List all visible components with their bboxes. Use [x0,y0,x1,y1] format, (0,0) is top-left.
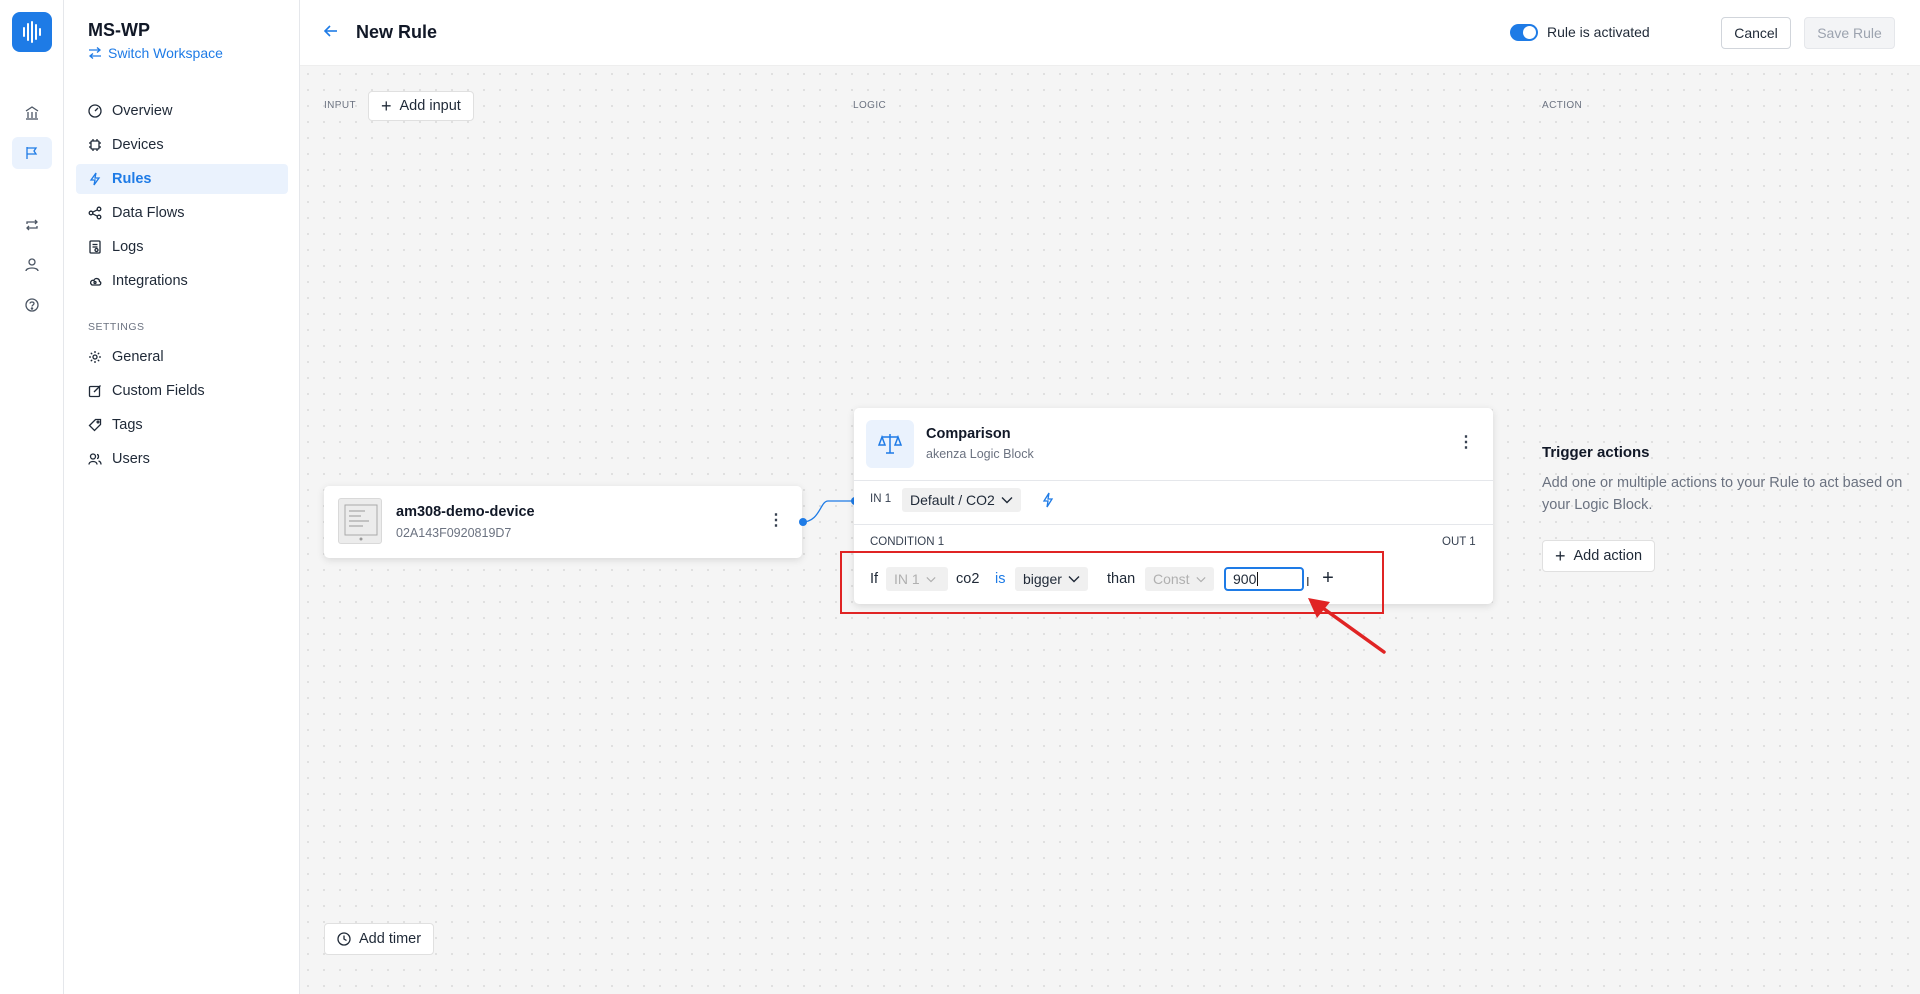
akenza-logo[interactable] [12,12,52,52]
action-column-label: ACTION [1542,100,1583,111]
tag-icon [88,418,102,432]
add-timer-button[interactable]: Add timer [324,923,435,955]
bolt-icon[interactable] [1042,492,1054,513]
device-card[interactable]: am308-demo-device 02A143F0920819D7 ⋮ [324,486,802,558]
log-icon [89,240,101,254]
switch-icon [88,47,102,59]
icon-rail [0,0,64,994]
sidebar-item-label: Data Flows [112,205,185,221]
rule-activated-toggle[interactable] [1510,24,1538,41]
toggle-label: Rule is activated [1547,24,1650,40]
sidebar-item-devices[interactable]: Devices [76,130,288,160]
divider [854,524,1493,525]
logic-column-label: LOGIC [853,100,887,111]
logic-more-options-icon[interactable]: ⋮ [1458,432,1474,452]
clock-icon [337,932,351,946]
plus-icon: + [381,96,392,116]
bolt-icon [89,172,101,186]
device-output-port[interactable] [799,518,807,526]
home-icon[interactable] [12,97,52,129]
cancel-button[interactable]: Cancel [1721,17,1791,49]
device-image [338,498,382,544]
add-action-button[interactable]: + Add action [1542,540,1656,572]
edit-icon [88,385,101,398]
settings-heading: SETTINGS [88,321,145,333]
sidebar-item-label: Overview [112,103,173,119]
sidebar-item-label: Users [112,451,150,467]
sidebar-item-data-flows[interactable]: Data Flows [76,198,288,228]
switch-workspace-label: Switch Workspace [108,45,223,61]
input-column-label: INPUT [324,100,356,111]
switch-workspace-link[interactable]: Switch Workspace [88,45,223,61]
flag-icon[interactable] [12,137,52,169]
sidebar-item-users[interactable]: Users [76,444,288,474]
sidebar-item-label: General [112,349,164,365]
sidebar-item-label: Rules [112,171,152,187]
scale-icon [866,420,914,468]
chip-icon [89,139,101,151]
annotation-arrow [1308,598,1386,654]
output-port-label: OUT 1 [1442,536,1476,548]
repeat-icon[interactable] [12,209,52,241]
sidebar-item-label: Custom Fields [112,383,205,399]
workspace-name: MS-WP [88,20,150,40]
page-title: New Rule [356,22,438,42]
save-rule-button[interactable]: Save Rule [1804,17,1895,49]
add-input-button[interactable]: + Add input [368,91,474,121]
sidebar-item-logs[interactable]: Logs [76,232,288,262]
sidebar-item-label: Logs [112,239,144,255]
divider [854,480,1493,481]
user-icon[interactable] [12,249,52,281]
trigger-actions-title: Trigger actions [1542,444,1650,461]
sidebar-item-tags[interactable]: Tags [76,410,288,440]
gear-icon [89,351,101,363]
plus-icon: + [1555,546,1566,566]
condition-label: CONDITION 1 [870,536,945,548]
sidebar-item-overview[interactable]: Overview [76,96,288,126]
gauge-icon [88,104,102,118]
help-icon[interactable] [12,289,52,321]
cloud-icon [90,277,102,286]
device-name: am308-demo-device [396,504,535,520]
trigger-actions-description: Add one or multiple actions to your Rule… [1542,475,1903,513]
input-source-select[interactable]: Default / CO2 [902,488,1021,512]
users-icon [88,453,102,465]
sidebar-item-label: Integrations [112,273,188,289]
input-port-label: IN 1 [870,493,892,505]
logic-block-title: Comparison [926,426,1011,442]
sidebar: MS-WP Switch Workspace Overview Devices … [64,0,300,994]
more-options-icon[interactable]: ⋮ [768,510,784,530]
share-icon [88,206,102,220]
sidebar-item-general[interactable]: General [76,342,288,372]
sidebar-item-integrations[interactable]: Integrations [76,266,288,296]
sidebar-item-rules[interactable]: Rules [76,164,288,194]
chevron-down-icon [1001,497,1013,504]
back-arrow-icon[interactable] [322,22,340,45]
logic-block-subtitle: akenza Logic Block [926,447,1034,461]
sidebar-item-label: Devices [112,137,164,153]
page-header: New Rule Rule is activated Cancel Save R… [300,0,1920,66]
sidebar-item-custom-fields[interactable]: Custom Fields [76,376,288,406]
device-id: 02A143F0920819D7 [396,526,512,540]
sidebar-item-label: Tags [112,417,143,433]
